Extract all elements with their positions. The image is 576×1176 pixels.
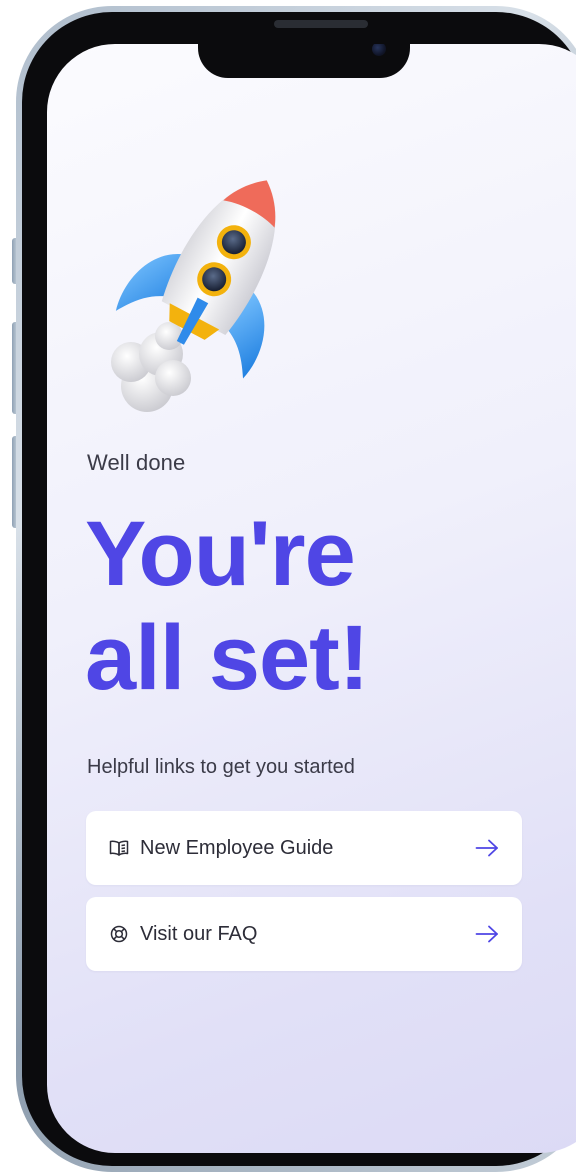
eyebrow-text: Well done xyxy=(87,450,186,475)
device-mockup: Well done You're all set! Helpful links … xyxy=(0,0,576,1176)
rocket-illustration xyxy=(111,180,276,412)
phone-screen: Well done You're all set! Helpful links … xyxy=(47,44,576,1153)
arrow-right-icon xyxy=(474,837,500,859)
page-title: You're all set! xyxy=(85,502,369,710)
notch xyxy=(198,44,410,78)
title-line-2: all set! xyxy=(85,607,369,709)
links-heading: Helpful links to get you started xyxy=(87,756,355,778)
book-icon xyxy=(108,837,130,859)
link-label: Visit our FAQ xyxy=(140,922,258,945)
smoke-puff xyxy=(111,322,191,412)
title-line-1: You're xyxy=(85,503,356,605)
arrow-right-icon xyxy=(474,923,500,945)
lifebuoy-icon xyxy=(108,923,130,945)
link-label: New Employee Guide xyxy=(140,836,334,859)
camera-icon xyxy=(372,44,386,56)
speaker-grille xyxy=(274,20,368,28)
link-visit-faq[interactable]: Visit our FAQ xyxy=(86,897,522,971)
link-new-employee-guide[interactable]: New Employee Guide xyxy=(86,811,522,885)
